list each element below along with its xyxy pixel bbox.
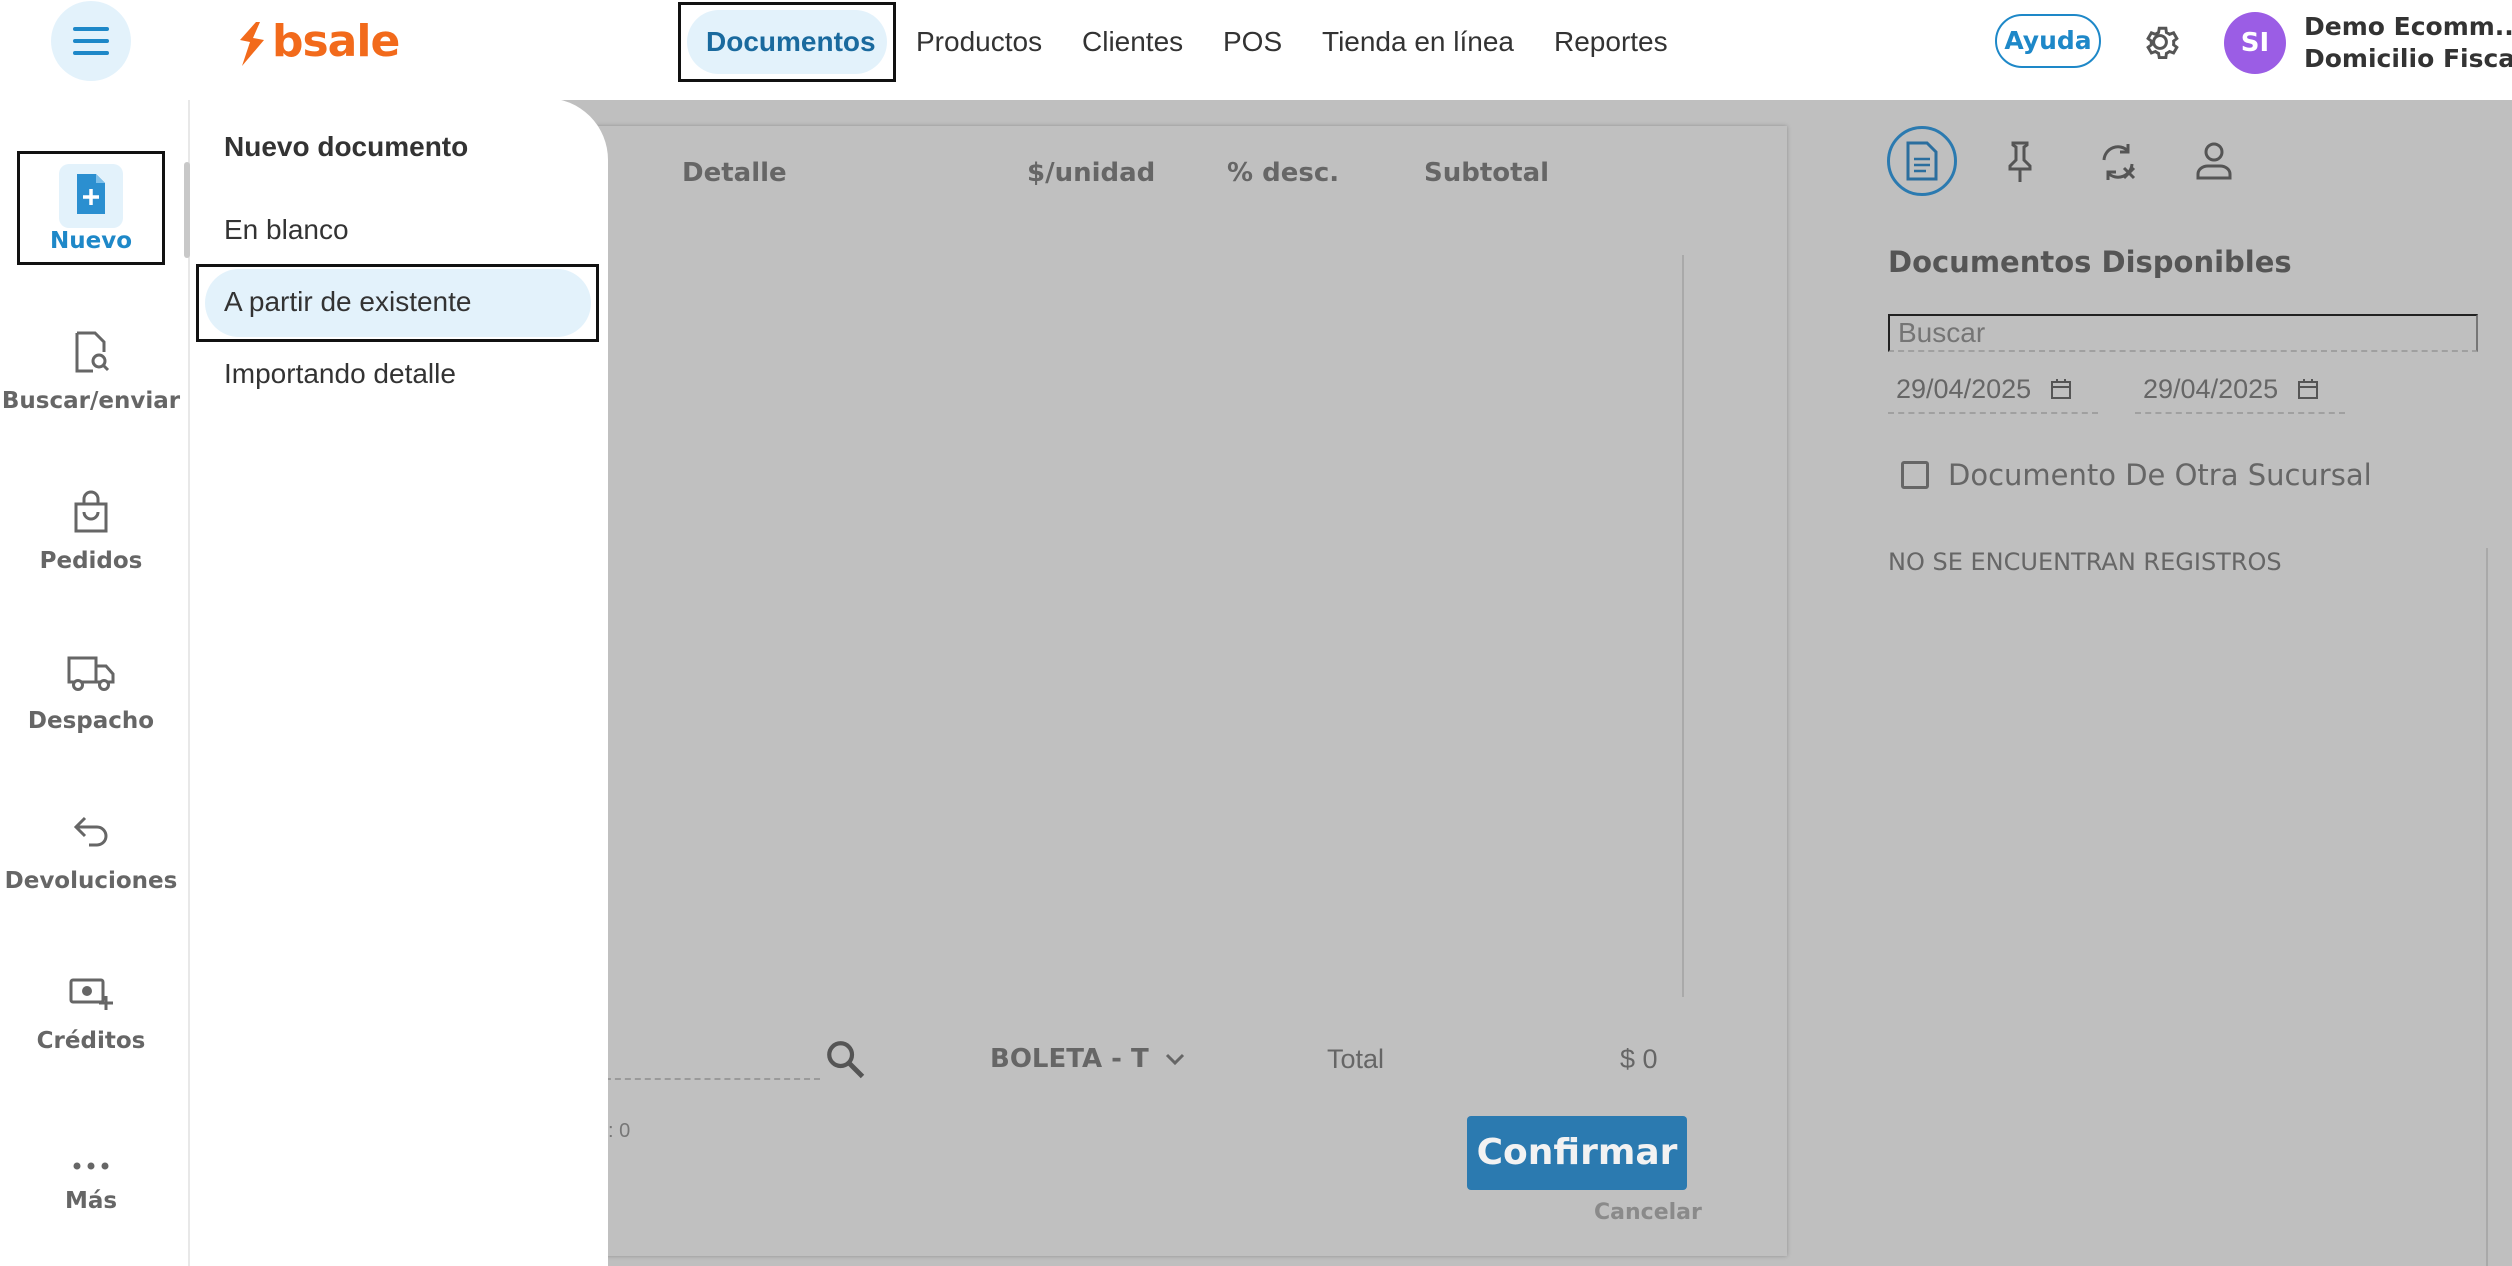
date-to-field[interactable]: 29/04/2025 — [2135, 374, 2345, 414]
sidebar-item-devoluciones[interactable]: Devoluciones — [0, 796, 182, 916]
sidebar-item-label: Pedidos — [39, 548, 143, 574]
total-label: Total — [1327, 1044, 1385, 1074]
nav-item-pos[interactable]: POS — [1223, 26, 1282, 58]
column-header-subtotal: Subtotal — [1424, 158, 1550, 188]
sync-off-icon[interactable] — [2096, 140, 2140, 184]
sidebar-item-pedidos[interactable]: Pedidos — [0, 476, 182, 596]
column-header-unit-price: $/unidad — [1027, 158, 1156, 188]
hamburger-icon — [73, 27, 109, 31]
more-dots-icon — [73, 1162, 109, 1170]
search-icon[interactable] — [824, 1038, 866, 1080]
other-branch-checkbox[interactable] — [1901, 461, 1929, 489]
nav-item-tienda-en-linea[interactable]: Tienda en línea — [1322, 26, 1514, 58]
gear-icon[interactable] — [2138, 20, 2182, 64]
nav-item-productos[interactable]: Productos — [916, 26, 1042, 58]
date-to-value: 29/04/2025 — [2143, 374, 2279, 404]
empty-results-message: NO SE ENCUENTRAN REGISTROS — [1888, 548, 2282, 576]
menu-title: Nuevo documento — [224, 131, 469, 162]
brand-logo-text[interactable]: bsale — [272, 16, 400, 67]
nav-item-documentos[interactable]: Documentos — [706, 26, 876, 58]
sidebar-nuevo-focus-outline — [17, 151, 165, 265]
date-from-field[interactable]: 29/04/2025 — [1888, 374, 2098, 414]
column-header-detalle: Detalle — [682, 158, 787, 188]
nav-item-clientes[interactable]: Clientes — [1082, 26, 1183, 58]
menu-anchor-tab — [184, 162, 190, 258]
money-plus-icon — [69, 978, 113, 1010]
hamburger-icon-bar — [73, 51, 109, 55]
detail-scroll-divider — [1682, 255, 1684, 997]
hamburger-menu-button[interactable] — [51, 1, 131, 81]
results-scroll-divider — [2486, 548, 2488, 1266]
account-name[interactable]: Demo Ecomm... — [2304, 12, 2512, 41]
total-value: $ 0 — [1620, 1044, 1658, 1074]
sidebar-item-creditos[interactable]: Créditos — [0, 956, 182, 1076]
menu-item-focus-outline — [196, 264, 599, 342]
user-icon[interactable] — [2194, 140, 2234, 182]
bsale-logo-icon — [240, 22, 264, 66]
hamburger-icon-bar — [73, 39, 109, 43]
cancel-link[interactable]: Cancelar — [1594, 1200, 1702, 1225]
documents-search-input[interactable] — [1888, 314, 2478, 352]
document-type-select[interactable]: BOLETA - T — [990, 1044, 1186, 1074]
sidebar-item-despacho[interactable]: Despacho — [0, 636, 182, 756]
document-list-icon[interactable] — [1904, 140, 1940, 182]
sidebar-item-mas[interactable]: Más — [0, 1116, 182, 1236]
column-header-discount: % desc. — [1227, 158, 1340, 188]
sidebar-item-label: Créditos — [36, 1028, 146, 1054]
calendar-icon[interactable] — [2049, 377, 2073, 401]
sidebar-item-label: Más — [64, 1188, 118, 1214]
menu-item-en-blanco[interactable]: En blanco — [224, 214, 349, 246]
document-type-value: BOLETA - T — [990, 1044, 1149, 1074]
item-count: : 0 — [608, 1120, 631, 1142]
return-arrow-icon — [73, 816, 108, 847]
available-documents-title: Documentos Disponibles — [1888, 245, 2292, 279]
date-from-value: 29/04/2025 — [1896, 374, 2032, 404]
document-editor-panel — [595, 126, 1787, 1256]
top-navigation-bar: bsale Documentos Productos Clientes POS … — [0, 0, 2512, 100]
file-search-icon — [75, 331, 110, 373]
pin-icon[interactable] — [2002, 140, 2038, 184]
sidebar-item-buscar-enviar[interactable]: Buscar/enviar — [0, 316, 182, 436]
sidebar-item-label: Devoluciones — [4, 868, 178, 894]
confirm-button[interactable]: Confirmar — [1467, 1116, 1687, 1190]
calendar-icon[interactable] — [2296, 377, 2320, 401]
truck-icon — [67, 656, 115, 691]
user-avatar[interactable]: SI — [2224, 12, 2286, 74]
chevron-down-icon — [1165, 1053, 1184, 1066]
sidebar-item-label: Despacho — [27, 708, 155, 734]
bag-icon — [74, 490, 108, 533]
other-branch-checkbox-label[interactable]: Documento De Otra Sucursal — [1948, 458, 2372, 492]
account-branch[interactable]: Domicilio Fiscal — [2304, 44, 2512, 73]
client-input-line[interactable] — [595, 1078, 820, 1080]
help-button[interactable]: Ayuda — [1995, 14, 2101, 68]
nav-item-reportes[interactable]: Reportes — [1554, 26, 1668, 58]
sidebar-item-label: Buscar/enviar — [1, 388, 181, 414]
menu-item-importando-detalle[interactable]: Importando detalle — [224, 358, 456, 390]
